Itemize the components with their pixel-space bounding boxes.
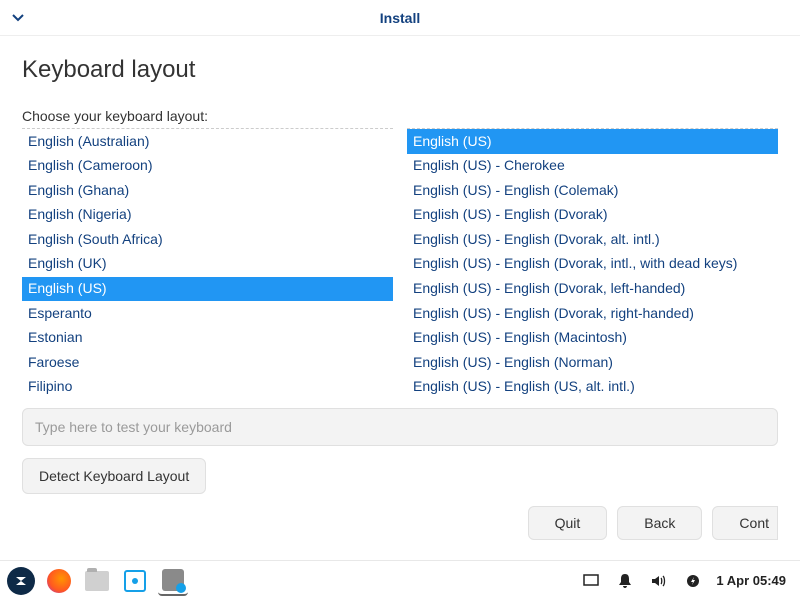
start-menu-button[interactable]	[6, 566, 36, 596]
layout-item[interactable]: English (Cameroon)	[22, 154, 393, 179]
variant-item[interactable]: English (US)	[407, 129, 778, 154]
footer-buttons: Quit Back Cont	[22, 494, 778, 550]
variant-item[interactable]: English (US) - English (Macintosh)	[407, 326, 778, 351]
software-icon	[124, 570, 146, 592]
variant-item[interactable]: English (US) - English (Dvorak, left-han…	[407, 277, 778, 302]
files-icon	[85, 571, 109, 591]
layout-item[interactable]: Estonian	[22, 326, 393, 351]
layout-lists: English (Australian)English (Cameroon)En…	[22, 128, 778, 398]
variant-item[interactable]: English (US) - English (Dvorak, intl., w…	[407, 252, 778, 277]
page-heading: Keyboard layout	[22, 56, 778, 84]
taskbar: 1 Apr 05:49	[0, 560, 800, 600]
back-button[interactable]: Back	[617, 506, 702, 540]
variant-item[interactable]: English (US) - English (US, alt. intl.)	[407, 375, 778, 398]
layout-item[interactable]: English (US)	[22, 277, 393, 302]
detect-layout-button[interactable]: Detect Keyboard Layout	[22, 458, 206, 494]
tray-sound-icon[interactable]	[648, 570, 670, 592]
keyboard-test-input[interactable]	[22, 408, 778, 446]
layout-item[interactable]: Esperanto	[22, 301, 393, 326]
layout-item[interactable]: English (UK)	[22, 252, 393, 277]
quit-button[interactable]: Quit	[528, 506, 608, 540]
layout-item[interactable]: Filipino	[22, 375, 393, 398]
variant-item[interactable]: English (US) - English (Colemak)	[407, 178, 778, 203]
layout-item[interactable]: English (Australian)	[22, 129, 393, 154]
layout-item[interactable]: English (South Africa)	[22, 227, 393, 252]
window-title: Install	[380, 10, 420, 26]
content: Keyboard layout Choose your keyboard lay…	[0, 36, 800, 560]
installer-window: Install Keyboard layout Choose your keyb…	[0, 0, 800, 560]
window-menu-button[interactable]	[8, 8, 28, 28]
taskbar-clock[interactable]: 1 Apr 05:49	[716, 573, 794, 588]
continue-button[interactable]: Cont	[712, 506, 778, 540]
taskbar-installer[interactable]	[158, 566, 188, 596]
variant-item[interactable]: English (US) - English (Norman)	[407, 350, 778, 375]
layout-item[interactable]: English (Ghana)	[22, 178, 393, 203]
variant-item[interactable]: English (US) - English (Dvorak, alt. int…	[407, 227, 778, 252]
titlebar: Install	[0, 0, 800, 36]
variant-item[interactable]: English (US) - Cherokee	[407, 154, 778, 179]
prompt-label: Choose your keyboard layout:	[22, 108, 778, 124]
zorin-logo-icon	[7, 567, 35, 595]
tray-desktop-icon[interactable]	[580, 570, 602, 592]
taskbar-files[interactable]	[82, 566, 112, 596]
firefox-icon	[47, 569, 71, 593]
taskbar-firefox[interactable]	[44, 566, 74, 596]
layout-list[interactable]: English (Australian)English (Cameroon)En…	[22, 128, 393, 398]
layout-item[interactable]: Faroese	[22, 350, 393, 375]
variant-list[interactable]: English (US)English (US) - CherokeeEngli…	[407, 128, 778, 398]
variant-item[interactable]: English (US) - English (Dvorak)	[407, 203, 778, 228]
tray-power-icon[interactable]	[682, 570, 704, 592]
variant-item[interactable]: English (US) - English (Dvorak, right-ha…	[407, 301, 778, 326]
taskbar-software[interactable]	[120, 566, 150, 596]
tray-notifications-icon[interactable]	[614, 570, 636, 592]
layout-item[interactable]: English (Nigeria)	[22, 203, 393, 228]
installer-icon	[162, 569, 184, 591]
